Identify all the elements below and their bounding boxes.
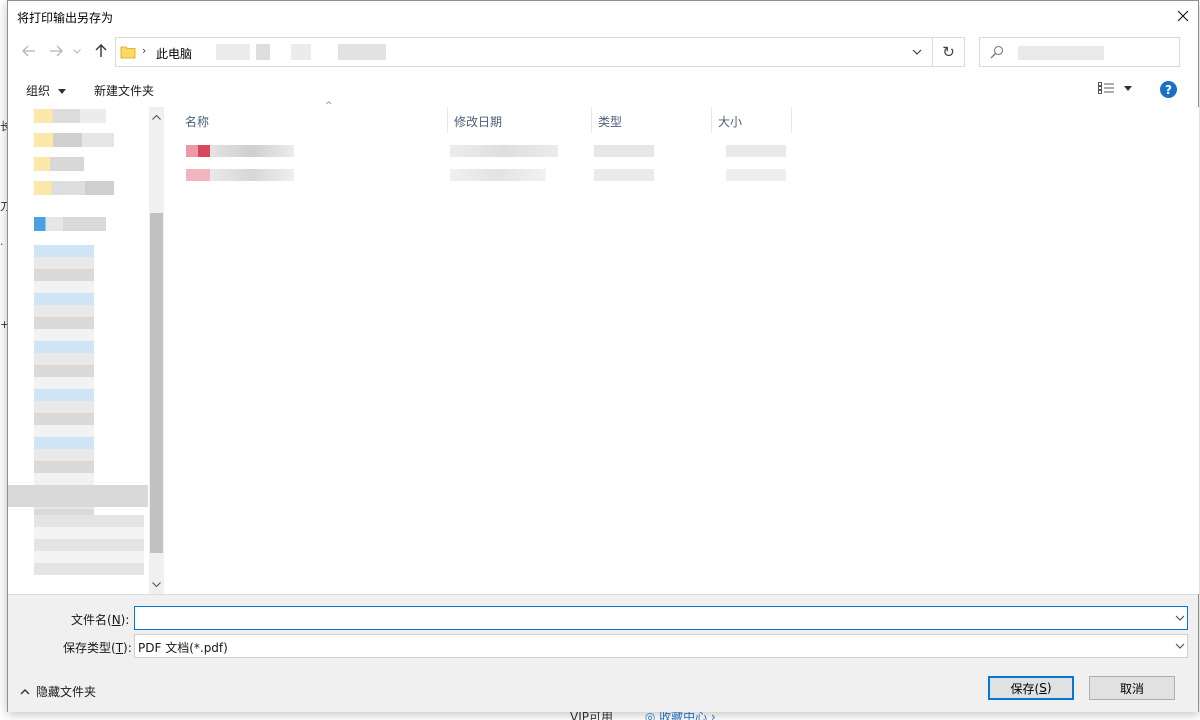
breadcrumb-separator: › bbox=[142, 44, 147, 57]
address-dropdown-button[interactable] bbox=[904, 38, 930, 66]
nav-tree-redacted bbox=[34, 515, 144, 575]
column-header-type[interactable]: 类型 bbox=[592, 107, 712, 133]
column-label: 类型 bbox=[598, 115, 623, 129]
chevron-up-icon bbox=[20, 688, 30, 694]
redacted-search-text bbox=[1018, 46, 1104, 60]
save-as-dialog: 将打印输出另存为 › 此电脑 ↻ 组织 新建文件夹 ? ^ 名称 修改日期 类型… bbox=[7, 0, 1199, 712]
address-bar[interactable]: › 此电脑 bbox=[115, 37, 933, 67]
label-text: ): bbox=[123, 641, 132, 655]
help-button[interactable]: ? bbox=[1160, 81, 1177, 98]
save-options-panel: 文件名(N): 保存类型(T): PDF 文档(*.pdf) 隐藏文件夹 保存(… bbox=[8, 594, 1198, 712]
button-text: 保存( bbox=[1010, 681, 1040, 696]
details-view-icon bbox=[1098, 82, 1114, 94]
column-label: 修改日期 bbox=[454, 115, 503, 129]
redacted-date bbox=[450, 169, 546, 181]
redacted-date bbox=[450, 145, 558, 157]
column-header-date[interactable]: 修改日期 bbox=[448, 107, 592, 133]
hide-folders-toggle[interactable]: 隐藏文件夹 bbox=[20, 683, 96, 700]
scroll-down-arrow[interactable] bbox=[151, 577, 162, 591]
nav-item-redacted[interactable] bbox=[34, 133, 114, 147]
navigation-pane bbox=[8, 107, 164, 594]
filetype-label: 保存类型(T): bbox=[63, 639, 132, 656]
column-label: 名称 bbox=[185, 115, 210, 129]
help-icon: ? bbox=[1165, 82, 1172, 97]
column-label: 大小 bbox=[718, 115, 743, 129]
nav-item-selected-redacted[interactable] bbox=[8, 485, 148, 507]
cancel-button[interactable]: 取消 bbox=[1089, 676, 1175, 700]
breadcrumb-this-pc[interactable]: 此电脑 bbox=[156, 45, 192, 62]
chevron-down-icon[interactable] bbox=[1175, 611, 1185, 625]
search-icon bbox=[990, 45, 1004, 59]
up-button[interactable] bbox=[90, 40, 112, 62]
pdf-file-icon bbox=[186, 169, 210, 181]
filename-label: 文件名(N): bbox=[71, 611, 129, 628]
change-view-button[interactable] bbox=[1098, 82, 1132, 94]
save-button[interactable]: 保存(S) bbox=[988, 676, 1074, 700]
scrollbar-thumb[interactable] bbox=[150, 213, 163, 553]
bg-char: · bbox=[0, 238, 4, 251]
chevron-up-icon bbox=[152, 114, 161, 120]
filename-combobox[interactable] bbox=[134, 606, 1188, 630]
column-header-size[interactable]: 大小 bbox=[712, 107, 792, 133]
nav-item-redacted[interactable] bbox=[34, 109, 106, 123]
filename-input[interactable] bbox=[135, 607, 1165, 629]
arrow-right-icon bbox=[50, 45, 63, 57]
button-text: ) bbox=[1046, 681, 1052, 695]
redacted-crumb bbox=[216, 44, 250, 60]
folder-icon bbox=[120, 46, 136, 59]
chevron-down-icon bbox=[912, 49, 922, 55]
navigation-row: › 此电脑 ↻ bbox=[8, 36, 1198, 68]
file-list: ^ 名称 修改日期 类型 大小 bbox=[164, 101, 1199, 594]
file-row[interactable] bbox=[178, 145, 786, 185]
chevron-down-icon bbox=[152, 581, 161, 587]
command-toolbar: 组织 新建文件夹 ? bbox=[8, 73, 1198, 107]
refresh-button[interactable]: ↻ bbox=[933, 37, 965, 67]
access-key: S bbox=[1039, 681, 1047, 695]
label-text: 保存类型( bbox=[63, 641, 116, 655]
caret-down-icon bbox=[1124, 85, 1132, 91]
refresh-icon: ↻ bbox=[942, 43, 955, 61]
nav-item-redacted[interactable] bbox=[34, 157, 84, 171]
chevron-down-icon bbox=[73, 48, 81, 54]
navigation-scrollbar[interactable] bbox=[149, 107, 164, 594]
redacted-size bbox=[726, 145, 786, 157]
redacted-filename bbox=[210, 145, 294, 157]
redacted-type bbox=[594, 169, 654, 181]
new-folder-button[interactable]: 新建文件夹 bbox=[94, 82, 154, 99]
chevron-down-icon bbox=[1175, 643, 1185, 649]
column-header-name[interactable]: ^ 名称 bbox=[179, 101, 448, 133]
filetype-value: PDF 文档(*.pdf) bbox=[138, 641, 228, 655]
redacted-crumb bbox=[291, 44, 311, 60]
redacted-crumb bbox=[338, 44, 386, 60]
label-text: ): bbox=[120, 613, 130, 627]
forward-button[interactable] bbox=[45, 40, 67, 62]
hide-folders-label: 隐藏文件夹 bbox=[36, 685, 97, 699]
nav-item-redacted[interactable] bbox=[34, 181, 114, 195]
scroll-up-arrow[interactable] bbox=[151, 110, 162, 124]
redacted-crumb bbox=[256, 44, 270, 60]
arrow-left-icon bbox=[22, 45, 35, 57]
organize-button[interactable]: 组织 bbox=[26, 82, 66, 99]
search-box[interactable] bbox=[979, 37, 1180, 67]
redacted-type bbox=[594, 145, 654, 157]
label-text: 文件名( bbox=[71, 613, 112, 627]
access-key: N bbox=[111, 613, 121, 627]
organize-label: 组织 bbox=[26, 84, 51, 98]
close-icon bbox=[1177, 10, 1189, 22]
access-key: T bbox=[115, 641, 124, 655]
arrow-up-icon bbox=[95, 44, 107, 57]
sort-ascending-icon: ^ bbox=[325, 101, 333, 111]
back-button[interactable] bbox=[18, 40, 40, 62]
dialog-title: 将打印输出另存为 bbox=[17, 11, 114, 25]
redacted-size bbox=[726, 169, 786, 181]
close-button[interactable] bbox=[1168, 1, 1198, 31]
filetype-select[interactable]: PDF 文档(*.pdf) bbox=[134, 634, 1188, 658]
title-bar: 将打印输出另存为 bbox=[8, 1, 1198, 32]
pdf-file-icon bbox=[186, 145, 210, 157]
recent-locations-button[interactable] bbox=[70, 40, 84, 62]
caret-down-icon bbox=[57, 89, 66, 94]
redacted-filename bbox=[210, 169, 294, 181]
nav-item-redacted[interactable] bbox=[34, 217, 106, 231]
